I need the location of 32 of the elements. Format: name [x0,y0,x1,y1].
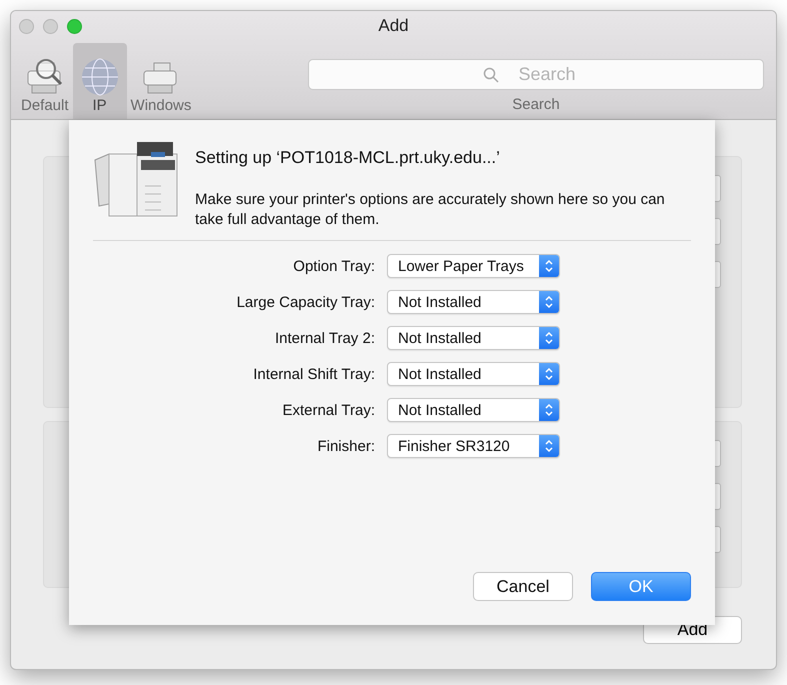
search-icon [483,67,499,83]
minimize-button[interactable] [43,18,58,34]
globe-icon [80,57,120,97]
search-label: Search [512,96,560,113]
toolbar-tab[interactable]: Default [17,43,73,119]
popup-menu[interactable]: Not Installed [387,290,560,314]
stepper-icon [544,366,554,382]
stepper-icon [544,258,554,274]
stepper-icon [544,402,554,418]
popup-menu[interactable]: Finisher SR3120 [387,434,560,458]
close-button[interactable] [19,18,34,34]
window-title: Add [378,16,409,35]
toolbar-tab[interactable]: IP [72,43,127,119]
option-label: Option Tray: [292,258,375,274]
option-label: Finisher: [316,438,375,454]
popup-menu[interactable]: Not Installed [387,362,560,386]
stepper-icon [544,330,554,346]
popup-menu[interactable]: Not Installed [387,398,560,422]
stepper-icon [544,438,554,454]
search-field[interactable]: Search [308,59,764,90]
sheet-message: Make sure your printer's options are accurately shown here so you can take full advantage of them. [195,190,666,230]
toolbar-tab[interactable]: Windows [126,43,196,119]
zoom-button[interactable] [67,18,82,34]
popup-menu[interactable]: Not Installed [387,326,560,350]
option-label: Large Capacity Tray: [236,294,375,310]
option-label: Internal Tray 2: [274,330,375,346]
stepper-icon [544,294,554,310]
sheet-title: Setting up ‘POT1018-MCL.prt.uky.edu...’ [195,148,501,168]
option-label: External Tray: [281,402,375,418]
cancel-button[interactable]: Cancel [473,572,573,601]
popup-menu[interactable]: Lower Paper Trays [387,254,560,278]
option-label: Internal Shift Tray: [252,366,375,382]
